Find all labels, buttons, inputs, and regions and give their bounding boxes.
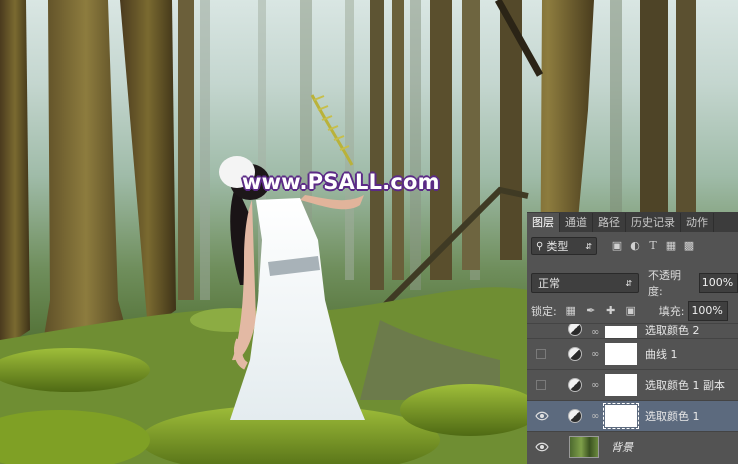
layer-mask-thumbnail[interactable] xyxy=(605,343,637,365)
layer-name: 曲线 1 xyxy=(645,348,678,361)
link-icon: ∞ xyxy=(591,410,600,422)
layer-row-selected[interactable]: ∞ 选取颜色 1 xyxy=(527,400,738,431)
blend-mode-select[interactable]: 正常 ⇵ xyxy=(531,273,640,293)
layer-name: 选取颜色 1 副本 xyxy=(645,379,725,392)
link-icon: ∞ xyxy=(591,379,600,391)
layer-mask-thumbnail[interactable] xyxy=(605,326,637,338)
filter-label: 类型 xyxy=(546,240,569,253)
shape-filter-icon[interactable]: ▦ xyxy=(665,240,677,252)
layers-panel: 图层 通道 路径 历史记录 动作 ⚲ 类型 ⇵ ▣ ◐ T ▦ ▩ 正常 ⇵ 不… xyxy=(527,212,738,464)
fill-label: 填充: xyxy=(658,305,685,318)
panel-tabs: 图层 通道 路径 历史记录 动作 xyxy=(527,212,738,232)
layer-name: 选取颜色 1 xyxy=(645,410,700,423)
lock-transparent-icon[interactable]: ▦ xyxy=(565,305,577,317)
search-icon: ⚲ xyxy=(536,240,544,252)
type-filter-icon[interactable]: T xyxy=(647,240,659,252)
link-icon: ∞ xyxy=(591,348,600,360)
lock-move-icon[interactable]: ✚ xyxy=(605,305,617,317)
layer-row-background[interactable]: 背景 xyxy=(527,431,738,462)
adjustment-filter-icon[interactable]: ◐ xyxy=(629,240,641,252)
tab-actions[interactable]: 动作 xyxy=(681,213,714,232)
visibility-toggle[interactable] xyxy=(527,401,549,431)
lock-row: 锁定: ▦ ✒ ✚ ▣ 填充: 100% xyxy=(531,301,738,321)
visibility-toggle[interactable] xyxy=(527,432,549,462)
link-icon: ∞ xyxy=(591,327,600,338)
visibility-toggle[interactable] xyxy=(527,339,549,369)
background-thumbnail[interactable] xyxy=(569,436,599,458)
tab-paths[interactable]: 路径 xyxy=(593,213,626,232)
tab-channels[interactable]: 通道 xyxy=(560,213,593,232)
layer-row[interactable]: ∞ 选取颜色 1 副本 xyxy=(527,369,738,400)
lock-all-icon[interactable]: ▣ xyxy=(625,305,637,317)
visibility-toggle[interactable] xyxy=(527,324,549,338)
tab-history[interactable]: 历史记录 xyxy=(626,213,681,232)
lock-label: 锁定: xyxy=(531,305,557,318)
filter-icons: ▣ ◐ T ▦ ▩ xyxy=(611,240,695,252)
smart-object-filter-icon[interactable]: ▩ xyxy=(683,240,695,252)
layer-row[interactable]: ∞ 选取颜色 2 xyxy=(527,323,738,338)
image-filter-icon[interactable]: ▣ xyxy=(611,240,623,252)
adjustment-layer-icon xyxy=(568,347,582,361)
opacity-label: 不透明度: xyxy=(648,269,682,298)
watermark-text: www.PSALL.com xyxy=(242,170,440,194)
filter-row: ⚲ 类型 ⇵ ▣ ◐ T ▦ ▩ xyxy=(531,235,738,257)
opacity-field[interactable]: 100% xyxy=(698,273,738,293)
layer-mask-thumbnail[interactable] xyxy=(605,374,637,396)
lock-paint-icon[interactable]: ✒ xyxy=(585,305,597,317)
adjustment-layer-icon xyxy=(568,378,582,392)
stepper-arrows-icon: ⇵ xyxy=(585,241,592,251)
visibility-toggle[interactable] xyxy=(527,370,549,400)
layers-list: ∞ 选取颜色 2 ∞ 曲线 1 ∞ 选取颜色 1 副本 ∞ 选取颜色 1 背景 xyxy=(527,323,738,462)
adjustment-layer-icon xyxy=(568,324,582,336)
layer-filter-select[interactable]: ⚲ 类型 ⇵ xyxy=(531,237,597,255)
layer-name: 选取颜色 2 xyxy=(645,324,700,337)
blend-mode-value: 正常 xyxy=(538,277,560,290)
eye-icon xyxy=(535,411,549,421)
layer-mask-thumbnail[interactable] xyxy=(603,403,639,429)
blend-row: 正常 ⇵ 不透明度: 100% xyxy=(531,269,738,298)
adjustment-layer-icon xyxy=(568,409,582,423)
layer-row[interactable]: ∞ 曲线 1 xyxy=(527,338,738,369)
tab-layers[interactable]: 图层 xyxy=(527,213,560,232)
layer-name: 背景 xyxy=(611,441,633,454)
stepper-arrows-icon: ⇵ xyxy=(625,278,633,288)
lock-icons: ▦ ✒ ✚ ▣ xyxy=(565,305,637,317)
eye-icon xyxy=(535,442,549,452)
fill-field[interactable]: 100% xyxy=(688,301,729,321)
